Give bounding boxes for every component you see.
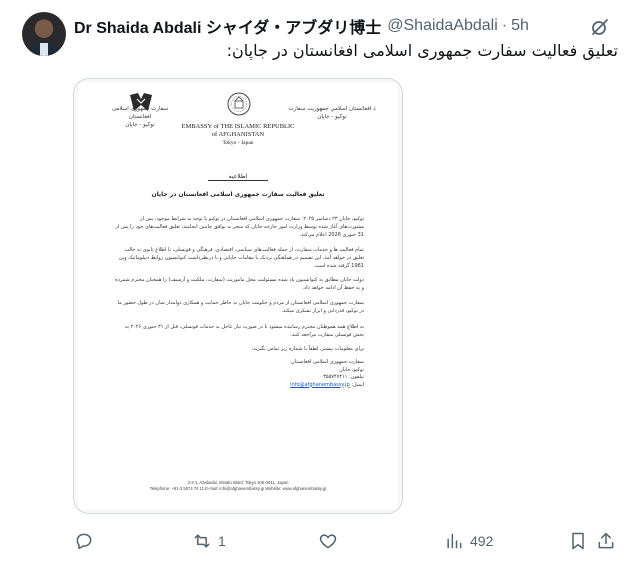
letterhead-pashto-line2: توکيو - جاپان: [317, 114, 347, 120]
letterhead-english-line2: of AFGHANISTAN: [211, 131, 265, 138]
footer-contacts: Telephone: +81-3 5574 74 11 E-mail: info…: [149, 486, 327, 491]
letter-paragraph: به اطلاع همه هموطنان محترم رسانیده میشود…: [124, 324, 364, 338]
letterhead-dari-line1: سفارت جمهوری اسلامی افغانستان: [111, 106, 169, 120]
letterhead-english-line1: EMBASSY of THE ISLAMIC REPUBLIC: [181, 123, 295, 130]
tweet-text: تعلیق فعالیت سفارت جمهوری اسلامی افغانست…: [226, 41, 618, 60]
author-name[interactable]: Dr Shaida Abdali シャイダ・アブダリ博士: [74, 14, 381, 38]
views-count: 492: [470, 533, 494, 549]
letter-paragraph: برای معلومات بیشتر، لطفاً با شماره زیر ت…: [251, 346, 364, 352]
bookmark-button[interactable]: [568, 530, 588, 552]
grok-icon[interactable]: [590, 17, 610, 37]
views-button[interactable]: 492: [444, 530, 493, 552]
letter-paragraph: تمام فعالیت ها و خدمات سفارت، از جمله فع…: [118, 247, 364, 269]
notice-title: اطلاعیه: [208, 173, 268, 181]
letterhead-dari-line2: توکیو - جاپان: [125, 122, 155, 128]
bookmark-icon: [572, 532, 584, 550]
share-button[interactable]: [596, 530, 616, 552]
share-icon: [598, 532, 614, 549]
notice-subject: تعلیق فعالیت سفارت جمهوری اسلامی افغانست…: [151, 191, 325, 198]
letter-document: د افغانستان اسلامي جمهوريت سفارت توکيو -…: [78, 83, 398, 509]
avatar-shirt: [40, 43, 48, 56]
letterhead-english-line3: Tokyo - Japan: [222, 140, 254, 146]
tweet-actions: 1 492: [74, 530, 622, 552]
signature-line3: تیلفون: ۰۳۵۵۷۴۷۴۱۱: [320, 374, 364, 380]
timestamp[interactable]: 5h: [511, 17, 529, 35]
letter-paragraph: توکیو، جاپان ۲۳ دسامبر ۲۰۲۵: سفارت جمهور…: [115, 216, 364, 238]
retweet-button[interactable]: 1: [192, 530, 226, 552]
letterhead-dari: سفارت جمهوری اسلامی افغانستان توکیو - جا…: [100, 105, 180, 129]
retweet-count: 1: [218, 533, 226, 549]
retweet-icon: [194, 534, 210, 548]
letter-paragraph: سفارت جمهوری اسلامی افغانستان از مردم و …: [117, 300, 364, 314]
signature-line2: توکیو، جاپان: [339, 366, 364, 373]
letter-footer: 2-2-1, Azabudai, Minato Ward, Tokyo 106-…: [108, 480, 368, 492]
heart-icon: [319, 534, 337, 549]
avatar[interactable]: [22, 12, 66, 56]
letterhead-english: EMBASSY of THE ISLAMIC REPUBLIC of AFGHA…: [178, 123, 298, 147]
email-label: ایمیل:: [351, 381, 364, 388]
like-button[interactable]: [318, 530, 344, 552]
reply-icon: [76, 533, 92, 550]
author-handle[interactable]: @ShaidaAbdali: [387, 17, 498, 35]
letter-paragraph: دولت جاپان مطابق به کنوانسیون یاد شده مس…: [114, 277, 364, 291]
reply-button[interactable]: [74, 530, 100, 552]
tweet-media[interactable]: د افغانستان اسلامي جمهوريت سفارت توکيو -…: [73, 78, 403, 514]
letter-signature: سفارت جمهوری اسلامی افغانستان توکیو، جاپ…: [228, 359, 364, 389]
afghanistan-emblem-icon: [227, 92, 251, 116]
tweet: Dr Shaida Abdali シャイダ・アブダリ博士 @ShaidaAbda…: [0, 0, 640, 568]
signature-line1: سفارت جمهوری اسلامی افغانستان: [290, 359, 364, 365]
letterhead-pashto: د افغانستان اسلامي جمهوريت سفارت توکيو -…: [288, 105, 376, 121]
signature-email-row: ایمیل: info@afghanembassy.jp: [228, 382, 364, 390]
tweet-header: Dr Shaida Abdali シャイダ・アブダリ博士 @ShaidaAbda…: [74, 14, 620, 38]
email-link: info@afghanembassy.jp: [290, 381, 350, 388]
letterhead-pashto-line1: د افغانستان اسلامي جمهوريت سفارت: [288, 106, 376, 112]
views-chart-icon: [447, 533, 462, 549]
separator-dot: ·: [501, 17, 508, 34]
